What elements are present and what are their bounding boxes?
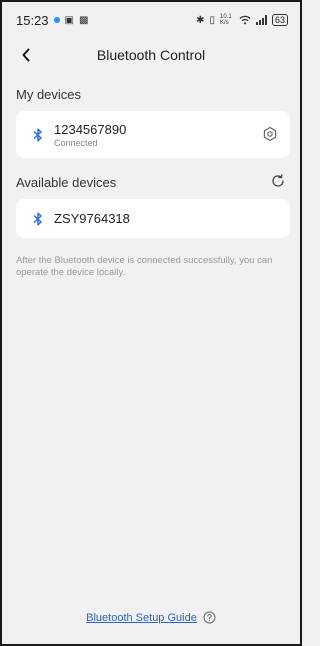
my-devices-label: My devices <box>16 87 82 102</box>
vibrate-icon: ▯ <box>209 14 215 26</box>
status-right: ✱ ▯ 10.1 K/s 63 <box>196 14 288 26</box>
bluetooth-status-icon: ✱ <box>196 14 205 26</box>
device-status: Connected <box>54 137 98 148</box>
available-devices-label: Available devices <box>16 175 117 190</box>
app-header: Bluetooth Control <box>2 38 300 72</box>
signal-icon <box>255 15 267 25</box>
app-screen: 15:23 ▣ ▩ ✱ ▯ 10.1 K/s 63 Bluetooth Cont… <box>0 0 302 646</box>
gear-icon[interactable] <box>262 126 278 142</box>
status-time: 15:23 <box>16 12 49 28</box>
bluetooth-icon <box>30 127 46 143</box>
my-device-card[interactable]: 1234567890 Connected <box>16 111 290 158</box>
question-circle-icon[interactable] <box>203 611 216 624</box>
back-button[interactable] <box>16 45 36 65</box>
wifi-icon <box>239 15 251 25</box>
notification-dot-icon <box>53 17 60 23</box>
notification-icon: ▩ <box>79 14 89 26</box>
page-title: Bluetooth Control <box>96 47 206 63</box>
chevron-left-icon <box>22 48 30 62</box>
setup-guide-link[interactable]: Bluetooth Setup Guide <box>86 612 197 624</box>
connection-hint: After the Bluetooth device is connected … <box>16 255 273 278</box>
battery-icon: 63 <box>271 14 288 26</box>
refresh-icon[interactable] <box>270 173 286 189</box>
device-name: 1234567890 <box>54 121 127 137</box>
setup-guide: Bluetooth Setup Guide <box>2 611 300 624</box>
nfc-icon: ▣ <box>64 14 74 26</box>
network-speed-text: 10.1 K/s <box>219 14 232 26</box>
status-bar: 15:23 ▣ ▩ ✱ ▯ 10.1 K/s 63 <box>2 2 300 38</box>
status-left: 15:23 ▣ ▩ <box>16 13 88 28</box>
device-name: ZSY9764318 <box>54 211 130 226</box>
available-device-card[interactable]: ZSY9764318 <box>16 199 290 238</box>
my-device-info: 1234567890 Connected <box>54 122 126 148</box>
bluetooth-icon <box>30 211 46 227</box>
